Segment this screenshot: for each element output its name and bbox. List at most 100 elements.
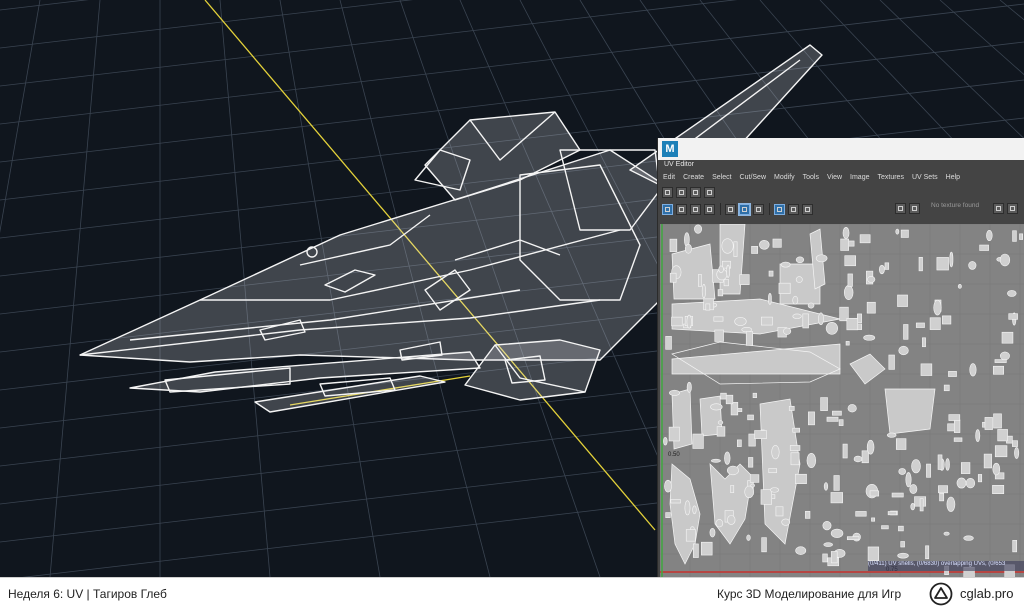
uv-shell[interactable] <box>911 459 921 474</box>
menu-modify[interactable]: Modify <box>774 172 795 184</box>
uv-shell[interactable] <box>999 351 1010 361</box>
uv-shell[interactable] <box>867 275 876 283</box>
uv-shell[interactable] <box>975 429 981 442</box>
uv-shell[interactable] <box>965 477 976 489</box>
uv-set-icon[interactable] <box>993 203 1004 214</box>
uv-shell[interactable] <box>838 419 844 426</box>
uv-shell[interactable] <box>1008 313 1018 320</box>
uv-shell[interactable] <box>847 273 853 287</box>
uv-snapshot-icon[interactable] <box>690 187 701 198</box>
uv-shell[interactable] <box>905 472 912 488</box>
uv-shell[interactable] <box>948 371 957 377</box>
uv-shell[interactable] <box>936 257 949 271</box>
uv-shell[interactable] <box>832 410 842 416</box>
uv-shell[interactable] <box>790 452 800 466</box>
texture-borders-icon[interactable] <box>704 203 715 215</box>
uv-shell[interactable] <box>670 499 681 504</box>
uv-shell[interactable] <box>714 329 724 342</box>
uv-shell[interactable] <box>739 274 750 285</box>
menu-help[interactable]: Help <box>946 172 960 184</box>
uv-shell[interactable] <box>881 525 889 530</box>
uv-shell[interactable] <box>1012 540 1018 553</box>
uv-shell[interactable] <box>795 473 807 484</box>
uv-shell[interactable] <box>665 336 672 350</box>
filter-icon[interactable] <box>753 203 764 215</box>
uv-shell[interactable] <box>866 439 875 455</box>
uv-shell[interactable] <box>887 511 897 516</box>
uv-shell[interactable] <box>895 438 907 450</box>
uv-shell[interactable] <box>855 511 867 517</box>
uv-shell[interactable] <box>884 388 936 435</box>
uv-shell[interactable] <box>768 292 772 305</box>
uv-shell[interactable] <box>663 436 668 446</box>
uv-shell[interactable] <box>969 363 977 377</box>
uv-shell[interactable] <box>992 365 1005 375</box>
menu-create[interactable]: Create <box>683 172 704 184</box>
rotate-tool-icon[interactable] <box>676 187 687 198</box>
uv-shell[interactable] <box>759 240 770 250</box>
uv-shell[interactable] <box>705 303 711 311</box>
uv-shell[interactable] <box>723 279 729 287</box>
uv-shell[interactable] <box>884 262 890 270</box>
uv-shell[interactable] <box>846 536 860 541</box>
uv-shell[interactable] <box>754 430 767 439</box>
uv-shell[interactable] <box>701 284 706 299</box>
uv-shell[interactable] <box>725 394 734 405</box>
uv-shell[interactable] <box>830 551 838 564</box>
uv-shell[interactable] <box>686 381 692 393</box>
uv-shell[interactable] <box>775 506 784 517</box>
uv-shell[interactable] <box>694 224 703 234</box>
uv-shell[interactable] <box>895 228 900 235</box>
uv-shell[interactable] <box>1014 447 1020 459</box>
uv-shell[interactable] <box>760 489 773 505</box>
uv-shell[interactable] <box>772 238 782 248</box>
uv-shell[interactable] <box>833 475 840 491</box>
uv-shell[interactable] <box>802 313 809 329</box>
uv-shell[interactable] <box>847 404 857 413</box>
uv-shell[interactable] <box>747 414 754 421</box>
uv-shell[interactable] <box>718 265 724 274</box>
uv-shell[interactable] <box>748 457 754 468</box>
uv-shell[interactable] <box>866 301 876 314</box>
uv-shell[interactable] <box>737 439 742 447</box>
uv-shell[interactable] <box>745 331 754 346</box>
uv-shell[interactable] <box>783 327 792 335</box>
uv-shell[interactable] <box>686 314 692 329</box>
uv-shell[interactable] <box>939 492 945 502</box>
uv-shell[interactable] <box>760 316 773 326</box>
uv-shell[interactable] <box>897 294 908 307</box>
uv-shell[interactable] <box>778 282 791 294</box>
uv-shell[interactable] <box>692 543 699 558</box>
uv-shell[interactable] <box>717 289 724 297</box>
uv-shell[interactable] <box>984 417 993 430</box>
uv-shell[interactable] <box>910 503 916 511</box>
uv-shell[interactable] <box>888 354 895 370</box>
uv-shell[interactable] <box>909 484 918 494</box>
uv-shell[interactable] <box>992 462 1001 476</box>
uv-shell[interactable] <box>943 531 950 536</box>
uv-shell[interactable] <box>943 384 950 392</box>
uv-shell[interactable] <box>898 345 909 356</box>
uv-shell[interactable] <box>937 454 943 470</box>
uv-shell[interactable] <box>709 527 716 538</box>
uv-shell[interactable] <box>780 261 791 268</box>
uv-shell[interactable] <box>805 510 811 519</box>
uv-shell[interactable] <box>744 485 754 499</box>
uv-canvas[interactable] <box>660 224 1024 577</box>
uv-shell[interactable] <box>671 316 683 327</box>
uv-shell[interactable] <box>986 230 993 242</box>
uv-shell[interactable] <box>770 487 780 493</box>
shade-uv-icon[interactable] <box>676 203 687 215</box>
checker-toggle-icon[interactable] <box>909 203 920 214</box>
uv-shell[interactable] <box>752 392 757 399</box>
uv-texture-space[interactable]: 0.50 0.75 <box>660 224 1024 577</box>
uv-shell[interactable] <box>891 492 904 498</box>
uv-shell[interactable] <box>903 324 909 340</box>
camera-icon[interactable] <box>802 203 813 215</box>
uv-shell[interactable] <box>717 420 724 425</box>
uv-shell[interactable] <box>861 450 869 464</box>
uv-shell[interactable] <box>849 353 886 385</box>
uv-shell[interactable] <box>900 541 905 548</box>
uv-shell[interactable] <box>685 529 696 542</box>
checker-pattern-icon[interactable] <box>788 203 799 215</box>
